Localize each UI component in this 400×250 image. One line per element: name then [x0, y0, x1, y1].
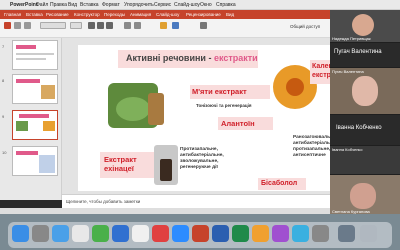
trash-icon[interactable] — [360, 225, 377, 242]
participant-tile[interactable]: Пугач Валентина — [330, 68, 400, 114]
cut-icon[interactable] — [14, 22, 21, 29]
menu-view[interactable]: Вид — [68, 2, 77, 8]
allantoin-label: Алантоїн — [221, 119, 255, 128]
echinacea-effects-text: Протизапальне, антибактеріальне, зволожу… — [180, 147, 224, 170]
echinacea-label: Екстракт ехінацеї — [104, 155, 137, 173]
notes-pane[interactable]: Щелкните, чтобы добавить заметки — [62, 194, 330, 208]
slide-thumbnail[interactable] — [12, 146, 58, 176]
participant-tile[interactable]: Надежда Петривщак — [330, 10, 400, 42]
notes-placeholder: Щелкните, чтобы добавить заметки — [66, 199, 141, 204]
participant-name-large: Іванна Кобченко — [336, 125, 382, 131]
participant-name: Іванна Кобченко — [332, 147, 363, 152]
paste-icon[interactable] — [4, 22, 11, 29]
slide-title-prefix: Активні речовини - — [126, 53, 214, 63]
mint-extract-label: М'яти екстракт — [192, 87, 247, 96]
mac-menubar: PowerPoint Файл Правка Вид Вставка Форма… — [0, 0, 400, 10]
tab-view[interactable]: Вид — [226, 12, 234, 17]
participant-tile[interactable]: Светлана Курганова — [330, 175, 400, 215]
bold-icon[interactable] — [88, 22, 95, 29]
notes-app-icon[interactable] — [252, 225, 269, 242]
tab-insert[interactable]: Вставка — [26, 12, 43, 17]
find-icon[interactable] — [200, 22, 207, 29]
calendar-icon[interactable] — [132, 225, 149, 242]
appstore-icon[interactable] — [292, 225, 309, 242]
participant-name-large: Пугач Валентина — [334, 49, 382, 55]
tab-draw[interactable]: Рисование — [46, 12, 69, 17]
participant-name: Пугач Валентина — [332, 69, 364, 74]
numbering-icon[interactable] — [134, 22, 141, 29]
menu-slideshow[interactable]: Слайд-шоу — [174, 2, 200, 8]
launchpad-icon[interactable] — [32, 225, 49, 242]
photos-icon[interactable] — [152, 225, 169, 242]
avatar — [352, 14, 374, 36]
tab-transitions[interactable]: Переходы — [104, 12, 125, 17]
mint-bottle-image — [148, 93, 164, 125]
tab-review[interactable]: Рецензирование — [186, 12, 221, 17]
settings-gear-icon[interactable] — [312, 225, 329, 242]
safari-icon[interactable] — [52, 225, 69, 242]
current-slide[interactable]: Активні речовини - екстракти М'яти екстр… — [78, 45, 338, 191]
mac-dock — [8, 222, 392, 248]
finder-icon[interactable] — [12, 225, 29, 242]
bisabolol-label: Бісаболол — [261, 180, 298, 187]
italic-icon[interactable] — [97, 22, 104, 29]
music-icon[interactable] — [272, 225, 289, 242]
participant-tile[interactable]: Іванна Кобченко — [330, 146, 400, 174]
tab-home[interactable]: Главная — [4, 12, 21, 17]
underline-icon[interactable] — [106, 22, 113, 29]
font-size-select[interactable] — [70, 22, 82, 29]
participant-name: Надежда Петривщак — [332, 36, 371, 41]
chrome-icon[interactable] — [72, 225, 89, 242]
shapes-icon[interactable] — [160, 22, 167, 29]
menu-edit[interactable]: Правка — [50, 2, 67, 8]
slide-title-accent: екстракти — [213, 53, 258, 63]
messages-icon[interactable] — [92, 225, 109, 242]
font-select[interactable] — [40, 22, 66, 29]
menu-file[interactable]: Файл — [36, 2, 48, 8]
menu-arrange[interactable]: Упорядочить — [124, 2, 154, 8]
copy-icon[interactable] — [24, 22, 31, 29]
bullets-icon[interactable] — [124, 22, 131, 29]
zoom-icon[interactable] — [172, 225, 189, 242]
arrange-icon[interactable] — [172, 22, 179, 29]
menu-window[interactable]: Окно — [200, 2, 212, 8]
tab-slideshow[interactable]: Слайд-шоу — [156, 12, 179, 17]
video-participants-panel: Надежда Петривщак Пугач Валентина Пугач … — [330, 10, 400, 215]
excel-icon[interactable] — [232, 225, 249, 242]
avatar — [350, 183, 376, 209]
participant-tile[interactable]: Іванна Кобченко — [330, 115, 400, 145]
word-icon[interactable] — [212, 225, 229, 242]
powerpoint-icon[interactable] — [192, 225, 209, 242]
menu-insert[interactable]: Вставка — [80, 2, 99, 8]
menu-tools[interactable]: Сервис — [154, 2, 171, 8]
share-button[interactable]: Общий доступ — [290, 24, 320, 29]
menu-format[interactable]: Формат — [102, 2, 120, 8]
mail-icon[interactable] — [112, 225, 129, 242]
participant-tile[interactable]: Пугач Валентина — [330, 43, 400, 67]
slide-title: Активні речовини - екстракти — [126, 53, 258, 63]
slide-thumbnail[interactable] — [12, 40, 58, 70]
menu-help[interactable]: Справка — [216, 2, 236, 8]
slide-thumbnails-pane: 7 8 9 10 — [0, 38, 62, 200]
tab-design[interactable]: Конструктор — [74, 12, 100, 17]
avatar — [352, 76, 378, 106]
downloads-folder-icon[interactable] — [338, 225, 355, 242]
slide-thumbnail[interactable] — [12, 74, 58, 104]
app-name[interactable]: PowerPoint — [10, 2, 38, 8]
dropper-bottle-image — [154, 145, 178, 185]
tonic-label: Тонізоючі та регенерація — [196, 103, 252, 108]
slide-thumbnail-current[interactable] — [12, 110, 58, 140]
tab-animation[interactable]: Анимация — [130, 12, 151, 17]
ribbon-toolbar: Общий доступ — [0, 19, 330, 38]
